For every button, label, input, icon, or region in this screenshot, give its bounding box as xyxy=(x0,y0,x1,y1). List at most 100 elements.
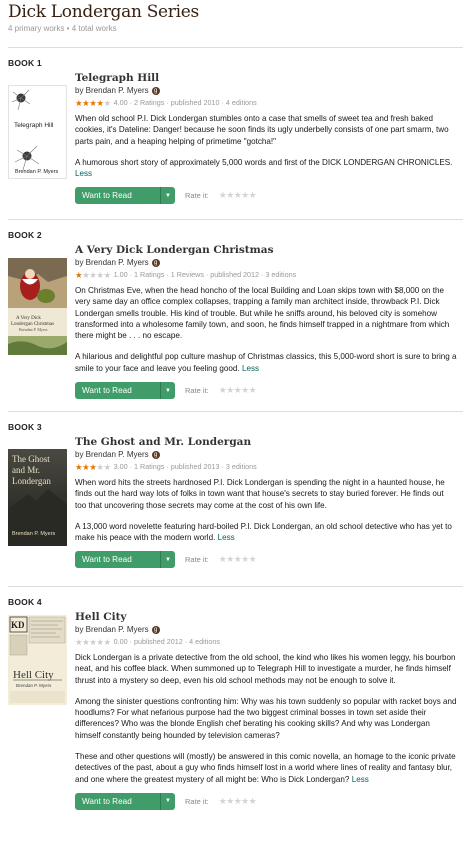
star-icon: ★ xyxy=(96,462,104,472)
description-text: A humorous short story of approximately … xyxy=(75,157,453,167)
cover-logo-text: KD xyxy=(11,620,25,630)
book-title[interactable]: Hell City xyxy=(75,611,457,624)
description-paragraph-last: A hilarious and delightful pop culture m… xyxy=(75,351,457,374)
star-icon: ★ xyxy=(82,98,90,108)
rating-row: ★ ★ ★ ★ ★ 4.00 · 2 Ratings · published 2010 … xyxy=(75,97,457,109)
less-link[interactable]: Less xyxy=(352,775,369,784)
rate-it-stars[interactable]: ★★★★★ xyxy=(219,190,257,201)
star-icon: ★ xyxy=(96,98,104,108)
book-cover-ghost[interactable]: The Ghost and Mr. Londergan Brendan P. M… xyxy=(8,449,67,546)
book-author[interactable]: by Brendan P. Myers xyxy=(75,85,149,97)
star-icon: ★ xyxy=(75,637,83,647)
series-title: Dick Londergan Series xyxy=(8,2,199,22)
book-info: A Very Dick Londergan Christmas by Brend… xyxy=(75,244,463,400)
goodreads-author-badge-icon: g xyxy=(151,451,160,459)
cover-art: The Ghost and Mr. Londergan Brendan P. M… xyxy=(8,449,67,546)
book-author[interactable]: by Brendan P. Myers xyxy=(75,624,149,636)
description-text: These and other questions will (mostly) … xyxy=(75,752,456,784)
rate-it-label: Rate it: xyxy=(185,555,209,565)
star-icon: ★ xyxy=(82,270,90,280)
description-paragraph-last: These and other questions will (mostly) … xyxy=(75,751,457,785)
want-to-read-button[interactable]: Want to Read ▼ xyxy=(75,187,175,205)
book-info: The Ghost and Mr. Londergan by Brendan P… xyxy=(75,436,463,569)
star-icon: ★ xyxy=(89,270,97,280)
book-number-label: BOOK 1 xyxy=(8,58,42,68)
star-icon: ★ xyxy=(75,462,83,472)
average-rating-stars: ★ ★ ★ ★ ★ xyxy=(75,269,111,281)
book-description: When word hits the streets hardnosed P.I… xyxy=(75,477,457,543)
book-number-label: BOOK 2 xyxy=(8,230,42,240)
star-icon: ★ xyxy=(96,270,104,280)
book-actions: Want to Read ▼ Rate it: ★★★★★ xyxy=(75,187,457,205)
cover-author-text: Brendan P. Myers xyxy=(15,169,59,175)
less-link[interactable]: Less xyxy=(218,533,235,542)
goodreads-author-badge-icon: g xyxy=(151,626,160,634)
cover-title-text: Hell City xyxy=(13,669,54,681)
description-paragraph: When old school P.I. Dick Londergan stum… xyxy=(75,114,449,146)
cover-author-text: Brendan P. Myers xyxy=(12,531,56,537)
book-title[interactable]: The Ghost and Mr. Londergan xyxy=(75,436,457,449)
rating-row: ★ ★ ★ ★ ★ 1.00 · 1 Ratings · 1 Reviews · pub… xyxy=(75,269,457,281)
want-to-read-label[interactable]: Want to Read xyxy=(75,797,160,806)
caret-down-icon[interactable]: ▼ xyxy=(160,551,175,569)
want-to-read-label[interactable]: Want to Read xyxy=(75,555,160,564)
cover-author-text: Brendan P. Myers xyxy=(19,327,48,332)
less-link[interactable]: Less xyxy=(75,169,92,178)
book-entry-2: BOOK 2 A Very Dick Londergan Christmas B… xyxy=(8,220,463,412)
book-info: Hell City by Brendan P. Myers g ★ ★ ★ ★ ★ 0.… xyxy=(75,611,463,810)
book-author-line: by Brendan P. Myers g xyxy=(75,257,457,269)
rating-row: ★ ★ ★ ★ ★ 3.00 · 1 Ratings · published 2013 … xyxy=(75,461,457,473)
description-paragraph: Among the sinister questions confronting… xyxy=(75,696,457,740)
want-to-read-button[interactable]: Want to Read ▼ xyxy=(75,792,175,810)
book-author-line: by Brendan P. Myers g xyxy=(75,449,457,461)
book-number-label: BOOK 3 xyxy=(8,422,42,432)
series-summary: 4 primary works • 4 total works xyxy=(8,24,117,33)
star-icon: ★ xyxy=(103,98,112,108)
description-paragraph-last: A humorous short story of approximately … xyxy=(75,157,457,180)
goodreads-author-badge-icon: g xyxy=(151,87,160,95)
series-page: Dick Londergan Series 4 primary works • … xyxy=(0,2,471,852)
want-to-read-button[interactable]: Want to Read ▼ xyxy=(75,382,175,400)
star-icon: ★ xyxy=(96,637,104,647)
rate-it-stars[interactable]: ★★★★★ xyxy=(219,385,257,396)
want-to-read-button[interactable]: Want to Read ▼ xyxy=(75,551,175,569)
caret-down-icon[interactable]: ▼ xyxy=(160,792,175,810)
less-link[interactable]: Less xyxy=(242,364,259,373)
rating-row: ★ ★ ★ ★ ★ 0.00 · published 2012 · 4 editions xyxy=(75,636,457,648)
book-number-label: BOOK 4 xyxy=(8,597,42,607)
caret-down-icon[interactable]: ▼ xyxy=(160,382,175,400)
caret-down-icon[interactable]: ▼ xyxy=(160,187,175,205)
star-icon: ★ xyxy=(89,462,97,472)
rating-stats: 3.00 · 1 Ratings · published 2013 · 3 ed… xyxy=(113,462,257,471)
star-icon: ★ xyxy=(82,637,90,647)
book-title[interactable]: A Very Dick Londergan Christmas xyxy=(75,244,457,257)
rate-it-label: Rate it: xyxy=(185,386,209,396)
rate-it-stars[interactable]: ★★★★★ xyxy=(219,554,257,565)
average-rating-stars: ★ ★ ★ ★ ★ xyxy=(75,97,111,109)
cover-title-text: Telegraph Hill xyxy=(14,122,54,129)
book-author-line: by Brendan P. Myers g xyxy=(75,624,457,636)
book-title[interactable]: Telegraph Hill xyxy=(75,72,457,85)
star-icon: ★ xyxy=(82,462,90,472)
star-icon: ★ xyxy=(75,98,83,108)
star-icon: ★ xyxy=(103,637,112,647)
cover-title-text-2: and Mr. xyxy=(12,465,40,475)
book-author[interactable]: by Brendan P. Myers xyxy=(75,449,149,461)
star-icon: ★ xyxy=(103,270,112,280)
want-to-read-label[interactable]: Want to Read xyxy=(75,191,160,200)
rating-stats: 4.00 · 2 Ratings · published 2010 · 4 ed… xyxy=(113,98,257,107)
book-cover-hell-city[interactable]: KD Hell City Brendan P. Myers xyxy=(8,615,67,705)
want-to-read-label[interactable]: Want to Read xyxy=(75,386,160,395)
cover-title-text: A Very Dick xyxy=(16,316,41,321)
book-cover-telegraph-hill[interactable]: Telegraph Hill Brendan P. Myers xyxy=(8,85,67,179)
star-icon: ★ xyxy=(75,270,83,280)
average-rating-stars: ★ ★ ★ ★ ★ xyxy=(75,636,111,648)
book-author[interactable]: by Brendan P. Myers xyxy=(75,257,149,269)
book-cover-christmas[interactable]: A Very Dick Londergan Christmas Brendan … xyxy=(8,258,67,355)
book-description: On Christmas Eve, when the head honcho o… xyxy=(75,285,457,374)
rate-it-stars[interactable]: ★★★★★ xyxy=(219,796,257,807)
star-icon: ★ xyxy=(89,637,97,647)
rate-it-label: Rate it: xyxy=(185,796,209,806)
cover-title-text: The Ghost xyxy=(12,454,50,464)
book-description: When old school P.I. Dick Londergan stum… xyxy=(75,113,457,179)
